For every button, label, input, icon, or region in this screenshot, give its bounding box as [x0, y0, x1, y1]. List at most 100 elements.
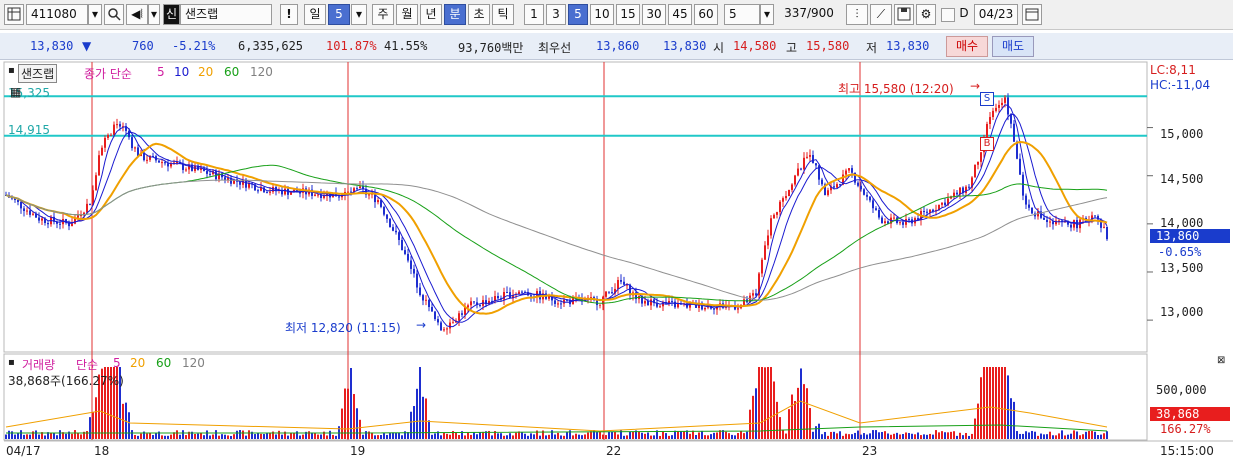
candle-body — [821, 179, 823, 185]
chart-area[interactable]: ▪ 샌즈랩 종가 단순 5 10 20 60 120 15,325 ▦ 14,9… — [0, 61, 1233, 463]
calendar-icon[interactable] — [1022, 4, 1042, 25]
volume-bar — [938, 432, 940, 439]
candle-body — [98, 155, 100, 176]
volume-bar — [638, 431, 640, 439]
gear-icon[interactable]: ⚙ — [916, 4, 936, 25]
period-month-button[interactable]: 월 — [396, 4, 418, 25]
candle-body — [266, 192, 268, 194]
search-icon[interactable] — [104, 4, 124, 25]
volume-bar — [605, 435, 607, 439]
volume-bar — [827, 435, 829, 439]
minute-30-button[interactable]: 30 — [642, 4, 666, 25]
period-second-button[interactable]: 초 — [468, 4, 490, 25]
minute-5-button[interactable]: 5 — [568, 4, 588, 25]
volume-bar — [599, 431, 601, 439]
candle-body — [944, 202, 946, 206]
y-tick-15000: 15,000 — [1160, 127, 1204, 141]
period-day-count[interactable]: 5 — [328, 4, 350, 25]
volume-bar — [785, 433, 787, 439]
volume-bar — [329, 430, 331, 439]
line-tool-icon[interactable]: ⟋ — [870, 4, 892, 25]
volume-bar — [467, 432, 469, 439]
price-chart-svg[interactable] — [0, 61, 1233, 463]
candle-body — [383, 206, 385, 215]
candle-body — [101, 147, 103, 156]
volume-bar — [932, 434, 934, 439]
candle-body — [398, 232, 400, 240]
date-checkbox[interactable] — [941, 8, 955, 22]
candle-body — [506, 292, 508, 294]
minute-15-button[interactable]: 15 — [616, 4, 640, 25]
high-label: 고 — [786, 41, 798, 55]
period-week-button[interactable]: 주 — [372, 4, 394, 25]
stock-code-input[interactable]: 411080 — [26, 4, 88, 25]
volume-bar — [1046, 434, 1048, 439]
candle-body — [884, 221, 886, 224]
candle-body — [713, 308, 715, 310]
speaker-icon[interactable]: ◀⦚ — [126, 4, 148, 25]
code-dropdown-icon[interactable]: ▾ — [88, 4, 102, 25]
sell-button[interactable]: 매도 — [992, 36, 1034, 57]
volume-bar — [89, 417, 91, 439]
volume-bar — [869, 433, 871, 439]
volume-bar — [1025, 431, 1027, 439]
candle-body — [401, 239, 403, 251]
candle-body — [158, 160, 160, 163]
grid-icon[interactable] — [4, 4, 24, 25]
volume-legend-prefix: 단순 — [76, 358, 99, 372]
count-input[interactable]: 5 — [724, 4, 760, 25]
period-minute-button[interactable]: 분 — [444, 4, 466, 25]
minute-10-button[interactable]: 10 — [590, 4, 614, 25]
panel-close-icon[interactable]: ⊠ — [1217, 355, 1225, 366]
table-icon[interactable]: ▦ — [10, 85, 21, 99]
period-year-button[interactable]: 년 — [420, 4, 442, 25]
count-dropdown-icon[interactable]: ▾ — [760, 4, 774, 25]
volume-bar — [218, 435, 220, 439]
candle-body — [650, 299, 652, 306]
volume-bar — [743, 433, 745, 439]
volume-bar — [74, 430, 76, 439]
volume-bar — [326, 435, 328, 439]
volume-bar — [824, 431, 826, 439]
stock-name-field[interactable]: 샌즈랩 — [180, 4, 272, 25]
volume-bar — [887, 433, 889, 439]
volume-pct-label: 166.27% — [1160, 422, 1211, 436]
candle-body — [851, 168, 853, 173]
alert-button[interactable]: ! — [280, 4, 298, 25]
candle-body — [1049, 221, 1051, 223]
volume-bar — [794, 400, 796, 439]
date-input[interactable]: 04/23 — [974, 4, 1018, 25]
minute-45-button[interactable]: 45 — [668, 4, 692, 25]
volume-bar — [668, 435, 670, 439]
candle-body — [95, 175, 97, 191]
sell-signal-badge[interactable]: S — [980, 92, 994, 106]
volume-bar — [245, 435, 247, 439]
volume-bar — [524, 433, 526, 439]
candle-body — [776, 212, 778, 215]
period-day-button[interactable]: 일 — [304, 4, 326, 25]
volume-bar — [716, 432, 718, 439]
candle-body — [809, 155, 811, 157]
volume-bar — [608, 431, 610, 439]
period-tick-button[interactable]: 틱 — [492, 4, 514, 25]
bar-type-icon[interactable]: ⫶ — [846, 4, 868, 25]
speaker-dropdown-icon[interactable]: ▾ — [148, 4, 160, 25]
volume-bar — [176, 430, 178, 439]
price-title-chip[interactable]: 샌즈랩 — [18, 64, 58, 83]
minute-3-button[interactable]: 3 — [546, 4, 566, 25]
minute-60-button[interactable]: 60 — [694, 4, 718, 25]
buy-signal-badge[interactable]: B — [980, 137, 994, 151]
volume-bar — [662, 431, 664, 439]
volume-bar — [797, 387, 799, 439]
minute-1-button[interactable]: 1 — [524, 4, 544, 25]
volume-bar — [149, 433, 151, 439]
save-icon[interactable] — [894, 4, 914, 25]
buy-button[interactable]: 매수 — [946, 36, 988, 57]
volume-bar — [908, 433, 910, 439]
candle-body — [26, 210, 28, 212]
volume-bar — [866, 434, 868, 439]
period-dropdown-icon[interactable]: ▾ — [351, 4, 367, 25]
candle-body — [878, 209, 880, 218]
candle-body — [272, 186, 274, 192]
volume-bar — [152, 435, 154, 439]
